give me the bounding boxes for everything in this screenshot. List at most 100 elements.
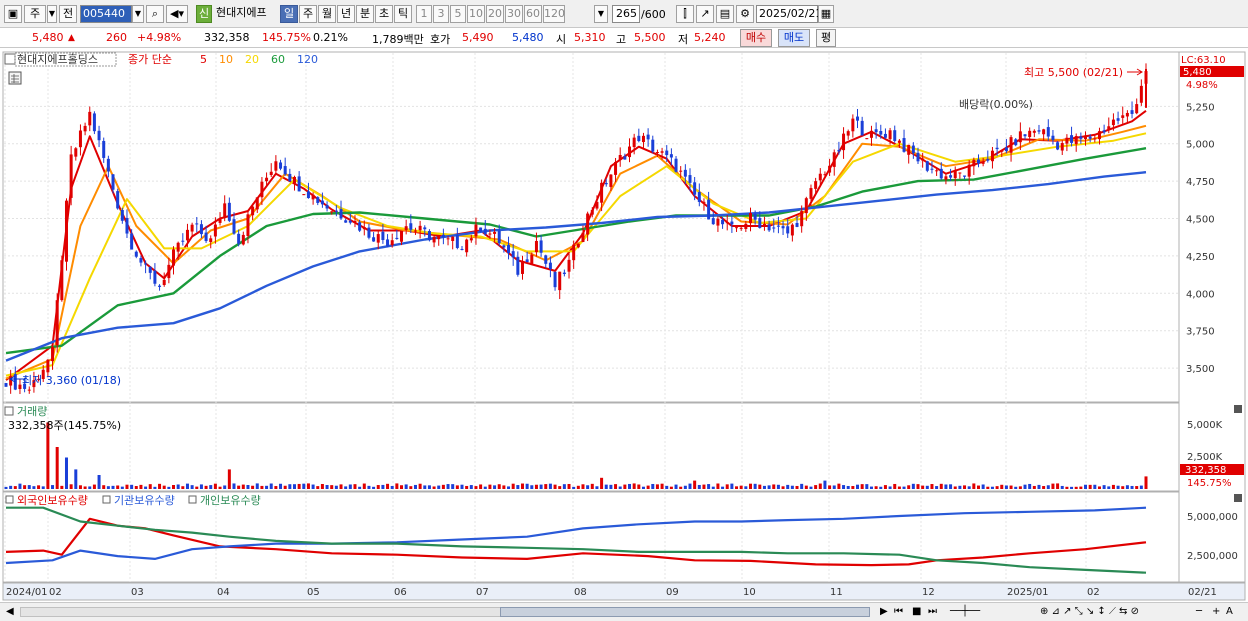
avg-button[interactable]: 평 — [816, 29, 836, 47]
volume-bar — [27, 485, 31, 489]
buy-button[interactable]: 매수 — [740, 29, 772, 47]
period-select[interactable]: 주 — [24, 5, 46, 23]
stock-code-input[interactable]: 005440 — [80, 5, 132, 23]
tab-4[interactable]: 분 — [356, 5, 374, 23]
date-input[interactable]: 2025/02/21 — [756, 5, 822, 23]
volume-panel — [2, 402, 1180, 492]
volume-close-icon[interactable] — [1234, 405, 1242, 413]
candle-body — [893, 130, 897, 141]
volume-bar — [572, 486, 576, 489]
tab-2[interactable]: 월 — [318, 5, 336, 23]
candle-body — [856, 116, 860, 121]
ma-legend-60: 60 — [271, 53, 285, 66]
volume-bar — [460, 484, 464, 489]
trade-amount: 1,789백만 — [372, 33, 424, 46]
code-dropdown-icon[interactable]: ▼ — [132, 5, 144, 23]
count-input[interactable]: 265 — [612, 5, 640, 23]
stop-icon[interactable]: ■ — [912, 606, 921, 618]
auto-scale-icon[interactable]: A — [1226, 606, 1233, 618]
volume-bar — [1018, 486, 1022, 489]
candle-body — [265, 177, 269, 182]
period-dropdown-icon[interactable]: ▼ — [47, 5, 57, 23]
candle-body — [386, 239, 390, 247]
interval-button-60[interactable]: 60 — [524, 5, 542, 23]
candle-body — [279, 162, 283, 169]
candle-type-icon[interactable]: ⫿ — [676, 5, 694, 23]
stock-chart[interactable]: 5,250 5,000 4,750 4,500 4,250 4,000 3,750 3,500… — [0, 48, 1248, 603]
sell-button[interactable]: 매도 — [778, 29, 810, 47]
scroll-right-icon[interactable]: ▶ — [880, 606, 888, 618]
volume-bar — [1014, 486, 1018, 489]
candle-body — [1079, 136, 1083, 139]
candle-body — [381, 231, 385, 241]
candle-body — [651, 139, 655, 152]
zoom-in-icon[interactable]: + — [1212, 606, 1220, 618]
candle-body — [804, 198, 808, 214]
volume-bar — [474, 486, 478, 489]
interval-button-3[interactable]: 3 — [433, 5, 449, 23]
candle-body — [562, 272, 566, 274]
zoom-out-icon[interactable]: ─ — [1196, 606, 1202, 618]
draw-tool-icon[interactable]: ↗ — [696, 5, 714, 23]
zoom-slider-icon[interactable]: ──┼── — [950, 606, 980, 618]
scroll-thumb[interactable] — [500, 607, 870, 617]
candle-body — [632, 137, 636, 148]
lc-label: LC:63.10 — [1181, 55, 1226, 66]
volume-bar — [879, 486, 883, 489]
candle-body — [311, 194, 315, 200]
x-label-11: 12 — [922, 587, 935, 598]
interval-button-120[interactable]: 120 — [543, 5, 565, 23]
candle-body — [1060, 143, 1064, 151]
volume-bar — [78, 485, 82, 489]
calendar-icon[interactable]: ▦ — [818, 5, 834, 23]
interval-button-20[interactable]: 20 — [486, 5, 504, 23]
legend-box-icon[interactable] — [4, 53, 16, 65]
scroll-left-icon[interactable]: ◀ — [6, 606, 14, 618]
save-icon[interactable]: ▤ — [716, 5, 734, 23]
tab-0[interactable]: 일 — [280, 5, 298, 23]
candle-body — [511, 251, 515, 258]
gear-icon[interactable]: ⚙ — [736, 5, 754, 23]
candle-body — [781, 226, 785, 229]
volume-bar — [288, 484, 292, 489]
volume-bar — [92, 484, 96, 489]
volume-bar — [576, 485, 580, 489]
candle-body — [1065, 137, 1069, 144]
buy-label: 매수 — [745, 31, 767, 44]
interval-button-1[interactable]: 1 — [416, 5, 432, 23]
volume-bar — [716, 483, 720, 489]
tab-1[interactable]: 주 — [299, 5, 317, 23]
tab-3[interactable]: 년 — [337, 5, 355, 23]
candle-body — [744, 223, 748, 229]
fast-forward-icon[interactable]: ⏭ — [928, 606, 937, 618]
speaker-icon[interactable]: ◀▾ — [166, 5, 188, 23]
interval-button-10[interactable]: 10 — [467, 5, 485, 23]
interval-button-30[interactable]: 30 — [505, 5, 523, 23]
x-label-0: 2024/01 — [6, 587, 48, 598]
volume-bar — [688, 483, 692, 489]
candle-body — [851, 118, 855, 132]
holdings-close-icon[interactable] — [1234, 494, 1242, 502]
chart-layout-icon[interactable]: ▣ — [4, 5, 22, 23]
candle-body — [400, 231, 404, 242]
interval-button-5[interactable]: 5 — [450, 5, 466, 23]
rewind-icon[interactable]: ⏮ — [894, 606, 903, 618]
horizontal-scrollbar[interactable]: ◀ ▶ ⏮ ■ ⏭ ──┼── ⊕ ⊿ ↗ ⤡ ↘ ↕ ⟋ ⇆ ⊘ ─ + A — [0, 602, 1248, 621]
tool-icons[interactable]: ⊕ ⊿ ↗ ⤡ ↘ ↕ ⟋ ⇆ ⊘ — [1040, 606, 1139, 618]
candle-body — [628, 146, 632, 158]
volume-bar — [525, 483, 529, 489]
candle-body — [800, 211, 804, 227]
tab-6[interactable]: 틱 — [394, 5, 412, 23]
candle-body — [553, 271, 557, 288]
prev-button[interactable]: 전 — [59, 5, 77, 23]
candle-body — [334, 210, 338, 212]
interval-dropdown-icon[interactable]: ▼ — [594, 5, 608, 23]
candle-body — [795, 222, 799, 227]
volume-bar — [139, 484, 143, 489]
tab-5[interactable]: 초 — [375, 5, 393, 23]
volume-bar — [83, 486, 87, 489]
candle-body — [609, 174, 613, 187]
candle-body — [1004, 147, 1008, 152]
candle-body — [348, 220, 352, 223]
search-icon[interactable]: ⌕ — [146, 5, 164, 23]
